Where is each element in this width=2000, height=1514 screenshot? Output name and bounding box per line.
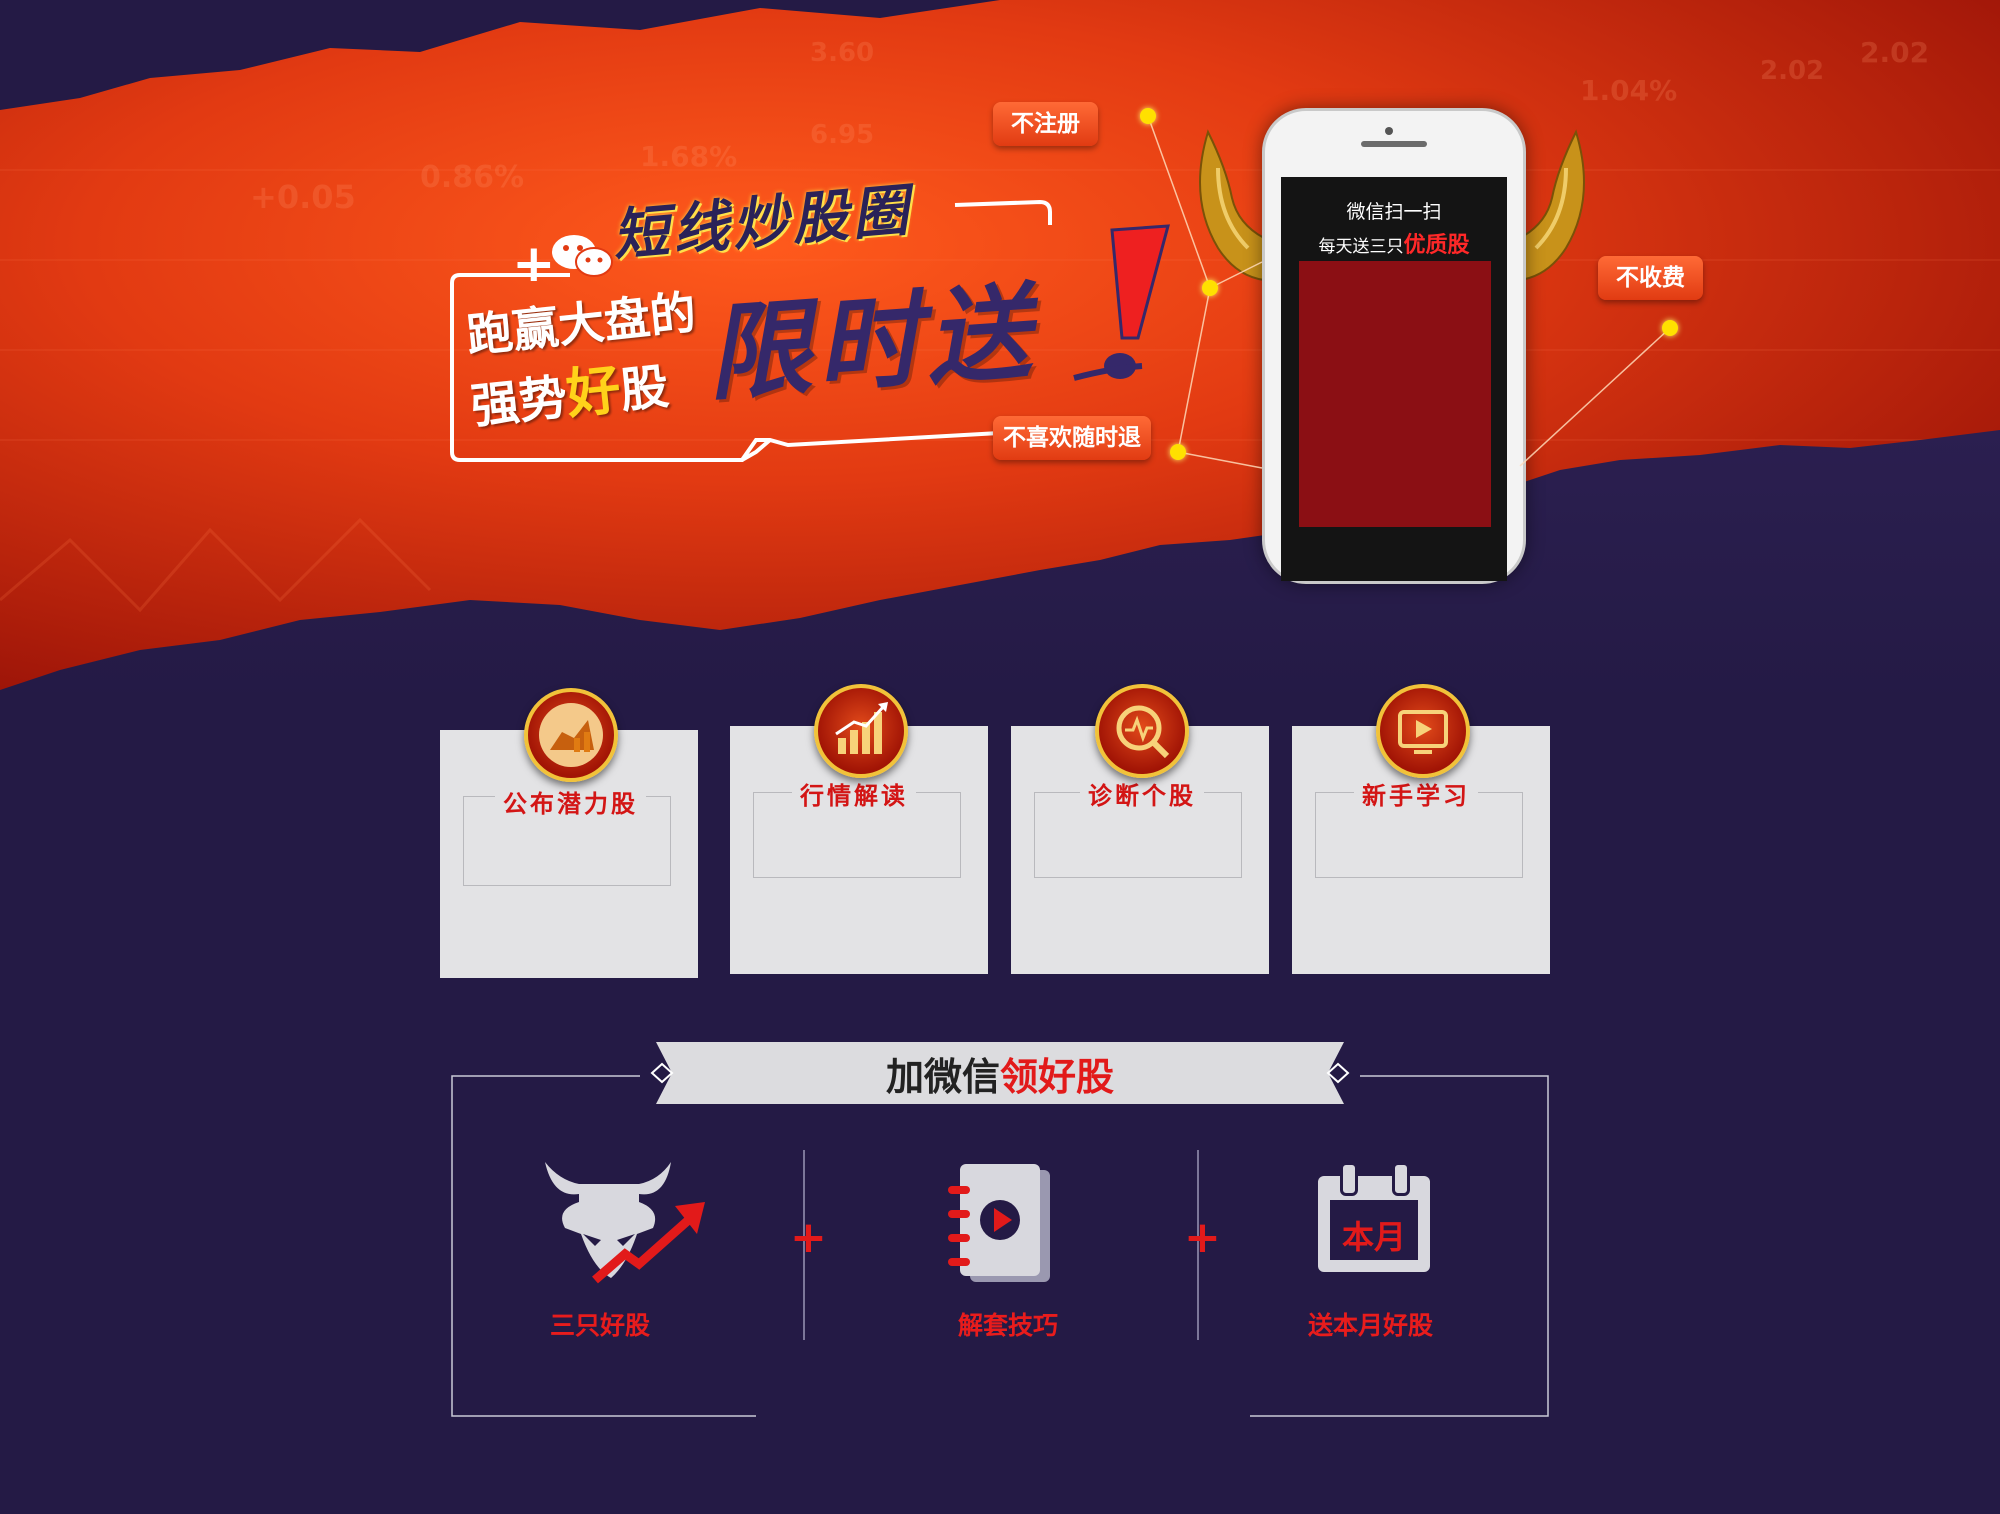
banner-title: 加微信领好股 <box>650 1046 1350 1101</box>
feature-title: 诊断个股 <box>1080 776 1204 811</box>
calendar-text: 本月 <box>1341 1218 1406 1256</box>
bull-chart-icon <box>524 688 618 782</box>
bull-arrow-icon <box>545 1162 705 1284</box>
video-play-icon <box>1376 684 1470 778</box>
plus-sign: + <box>790 1212 827 1263</box>
callout-no-fee: 不收费 <box>1598 256 1703 300</box>
banner-title-part: 加微信 <box>885 1055 1000 1099</box>
video-notebook-icon <box>948 1164 1050 1282</box>
feature-title: 新手学习 <box>1354 776 1478 811</box>
benefit-label: 三只好股 <box>550 1311 651 1340</box>
plus-sign: + <box>1184 1212 1221 1263</box>
callout-dot <box>1170 444 1186 460</box>
benefit-label: 解套技巧 <box>958 1311 1059 1340</box>
rising-bars-icon <box>814 684 908 778</box>
calendar-ring <box>1392 1162 1410 1196</box>
feature-title: 公布潜力股 <box>495 784 646 819</box>
callout-no-register: 不注册 <box>993 102 1098 146</box>
magnify-pulse-icon <box>1095 684 1189 778</box>
callout-quit-anytime: 不喜欢随时退 <box>993 416 1151 460</box>
feature-title: 行情解读 <box>792 776 916 811</box>
banner-title-highlight: 领好股 <box>1000 1055 1115 1099</box>
callout-dot <box>1662 320 1678 336</box>
hero-banner: 0.86% +0.05 1.68% 6.95 3.60 2.02 1.04% 2… <box>0 0 2000 700</box>
calendar-icon: 本月 <box>1318 1162 1430 1272</box>
callout-dot <box>1140 108 1156 124</box>
calendar-ring <box>1340 1162 1358 1196</box>
callout-dot <box>1202 280 1218 296</box>
benefit-label: 送本月好股 <box>1308 1311 1434 1340</box>
